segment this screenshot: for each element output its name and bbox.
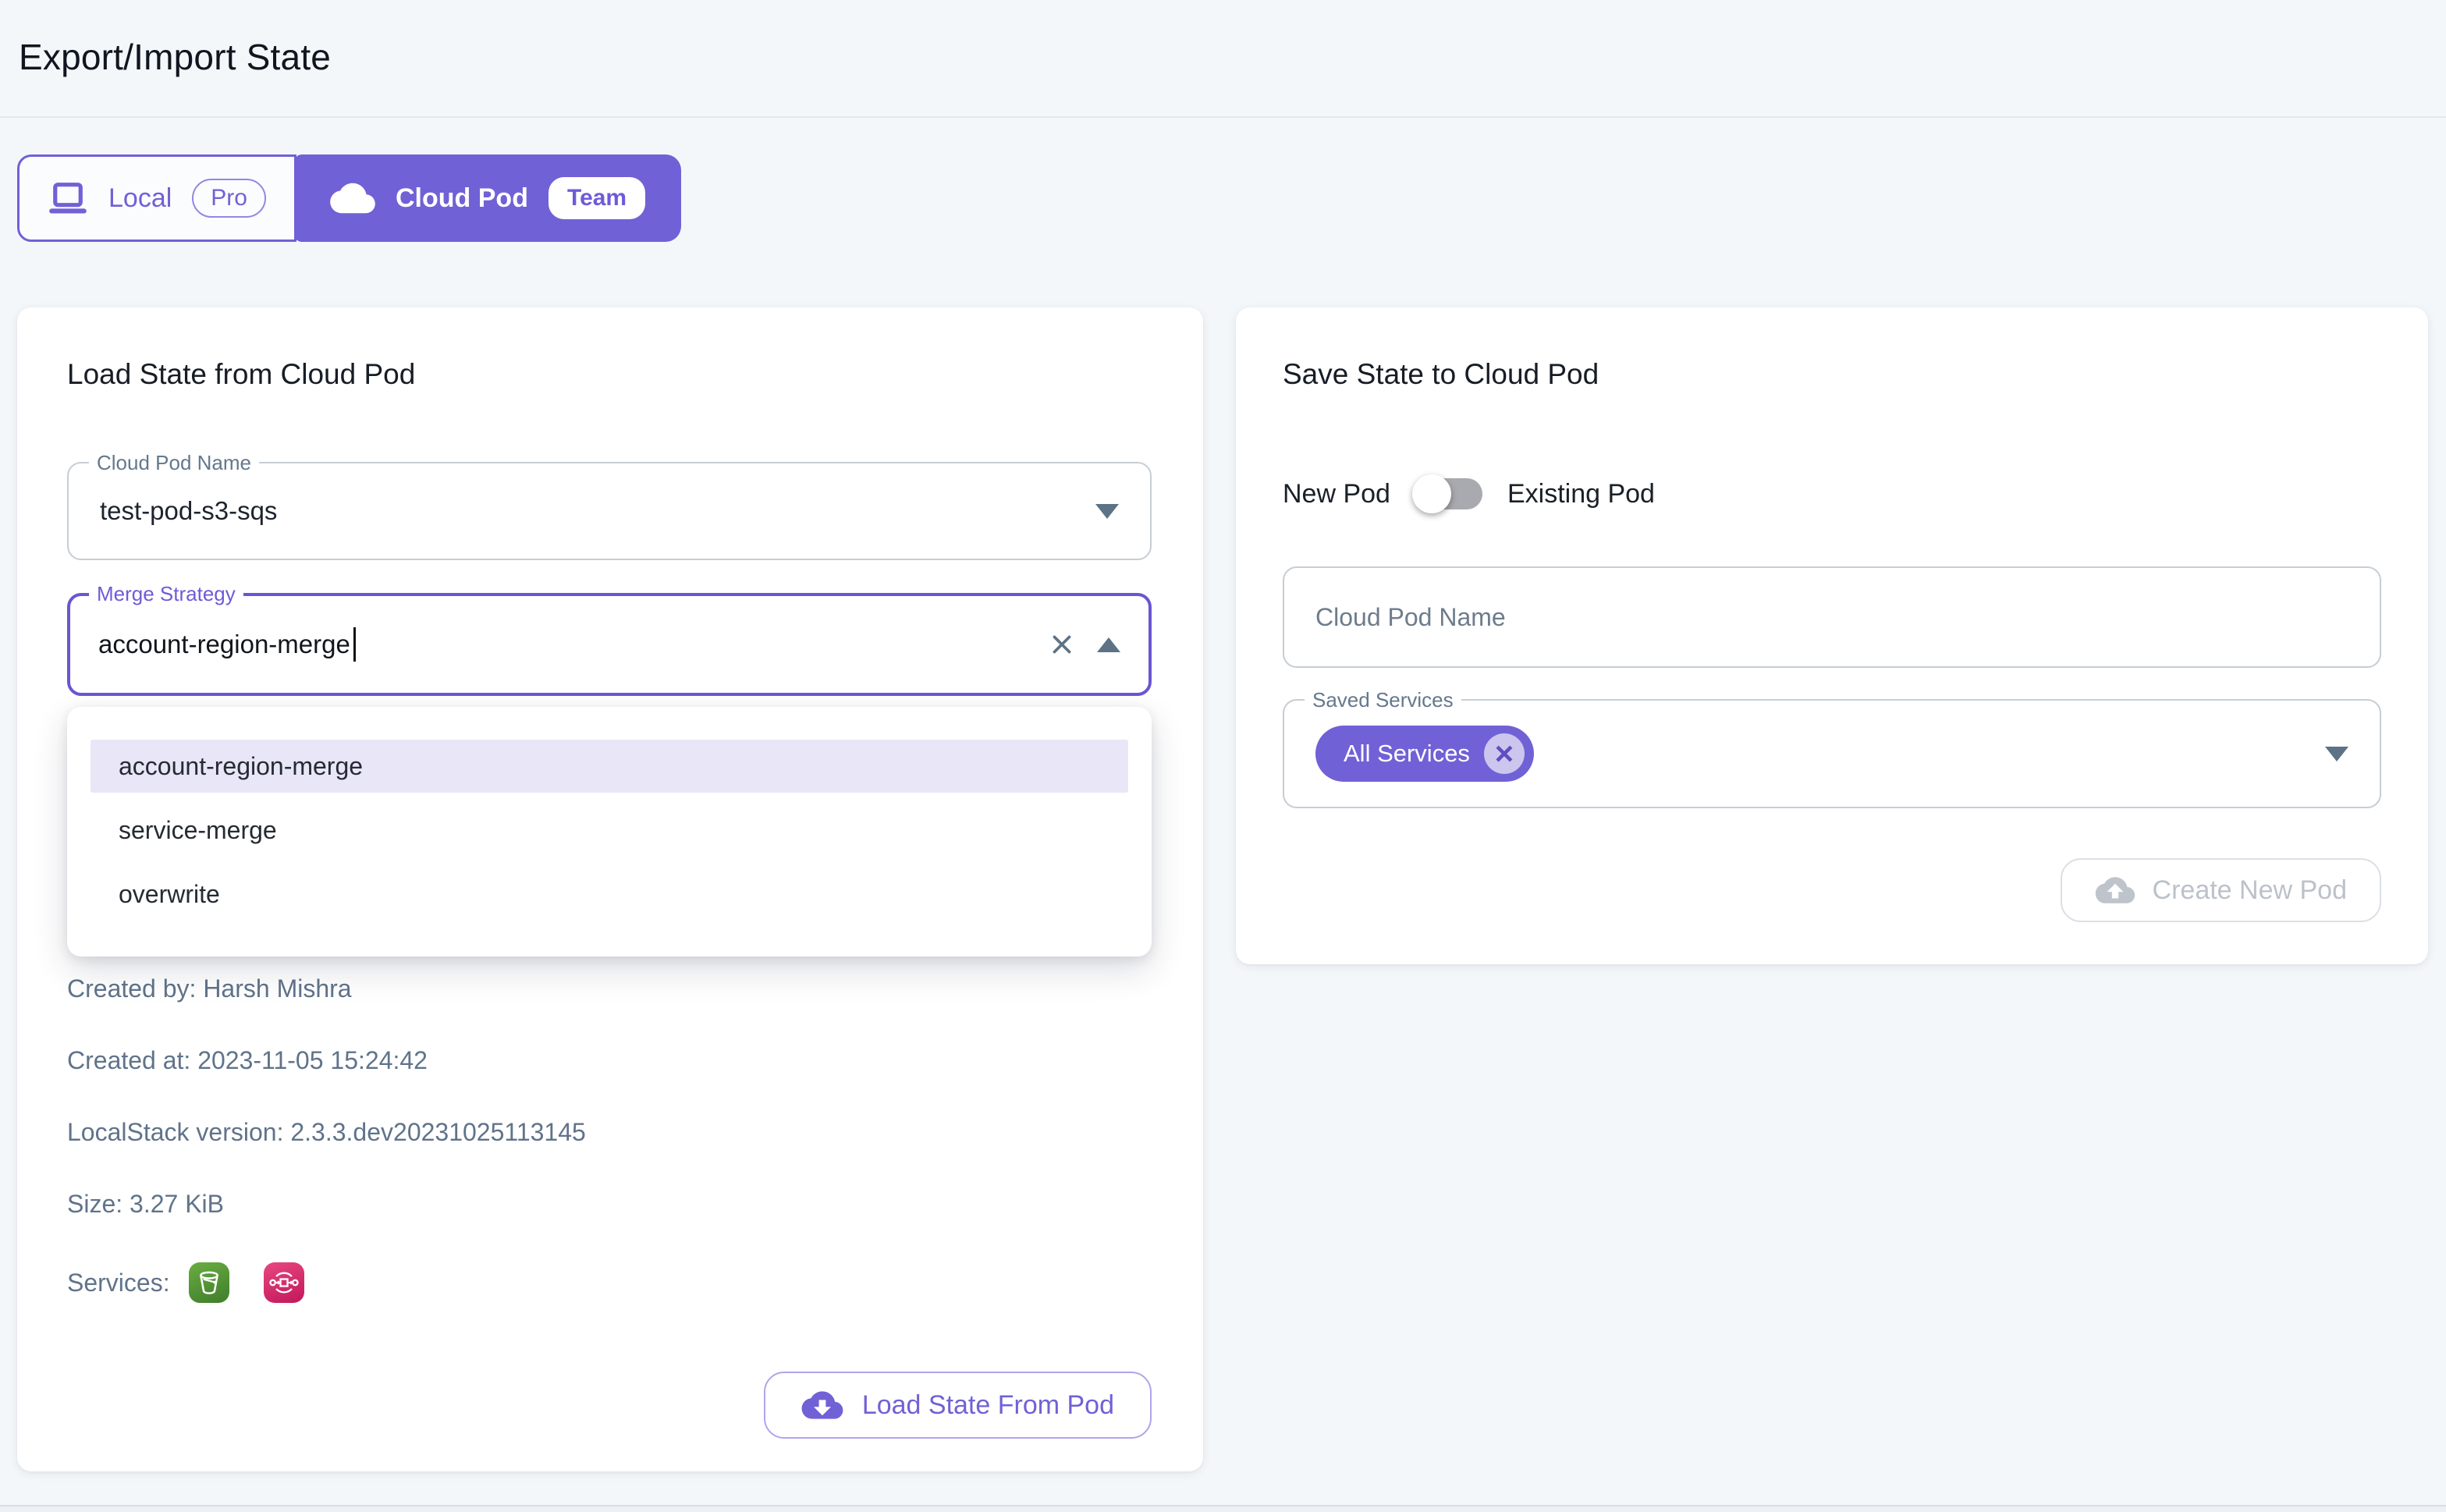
header-divider bbox=[0, 116, 2446, 118]
bottom-divider bbox=[0, 1505, 2446, 1512]
saved-services-select[interactable]: Saved Services All Services × bbox=[1283, 699, 2381, 808]
s3-service-icon bbox=[189, 1262, 229, 1303]
meta-created-by: Created by: Harsh Mishra bbox=[67, 975, 1152, 1002]
laptop-icon bbox=[48, 181, 88, 215]
menu-option-service-merge[interactable]: service-merge bbox=[91, 804, 1128, 857]
cloud-upload-icon bbox=[2095, 874, 2135, 907]
saved-services-label: Saved Services bbox=[1305, 688, 1461, 712]
text-cursor bbox=[353, 627, 356, 662]
cloud-pod-name-select[interactable]: Cloud Pod Name test-pod-s3-sqs bbox=[67, 462, 1152, 560]
pod-mode-switch[interactable] bbox=[1415, 478, 1482, 509]
clear-icon[interactable] bbox=[1049, 631, 1075, 658]
meta-created-at: Created at: 2023-11-05 15:24:42 bbox=[67, 1047, 1152, 1074]
tab-cloud-pod-label: Cloud Pod bbox=[396, 183, 528, 214]
chevron-down-icon bbox=[2325, 747, 2348, 761]
new-pod-label: New Pod bbox=[1283, 479, 1390, 509]
existing-pod-label: Existing Pod bbox=[1507, 479, 1655, 509]
switch-thumb bbox=[1412, 474, 1451, 513]
new-pod-name-input[interactable] bbox=[1283, 566, 2381, 668]
load-state-card: Load State from Cloud Pod Cloud Pod Name… bbox=[17, 307, 1203, 1471]
pro-badge: Pro bbox=[192, 179, 266, 218]
menu-option-account-region-merge[interactable]: account-region-merge bbox=[91, 740, 1128, 793]
cloud-pod-name-value: test-pod-s3-sqs bbox=[100, 496, 277, 526]
page-title: Export/Import State bbox=[19, 36, 331, 78]
chevron-down-icon bbox=[1095, 504, 1119, 519]
load-card-title: Load State from Cloud Pod bbox=[67, 357, 1152, 392]
merge-strategy-label: Merge Strategy bbox=[89, 582, 243, 605]
load-button-label: Load State From Pod bbox=[862, 1390, 1114, 1421]
merge-strategy-value: account-region-merge bbox=[98, 630, 350, 659]
services-label: Services: bbox=[67, 1269, 170, 1297]
services-row: Services: bbox=[67, 1262, 1152, 1303]
state-mode-tabs: Local Pro Cloud Pod Team bbox=[17, 154, 681, 242]
merge-strategy-combobox[interactable]: Merge Strategy account-region-merge bbox=[67, 593, 1152, 696]
export-import-state-page: Export/Import State Local Pro Cloud Pod … bbox=[0, 0, 2446, 1512]
chip-delete-icon[interactable]: × bbox=[1484, 733, 1525, 774]
merge-strategy-menu: account-region-merge service-merge overw… bbox=[67, 707, 1152, 957]
team-badge: Team bbox=[548, 177, 645, 219]
sqs-service-icon bbox=[264, 1262, 304, 1303]
load-state-from-pod-button[interactable]: Load State From Pod bbox=[764, 1372, 1152, 1439]
create-button-label: Create New Pod bbox=[2153, 875, 2347, 906]
cloud-pod-name-label: Cloud Pod Name bbox=[89, 451, 259, 474]
save-card-title: Save State to Cloud Pod bbox=[1283, 357, 2381, 392]
chevron-up-icon[interactable] bbox=[1097, 637, 1120, 652]
tab-local[interactable]: Local Pro bbox=[17, 154, 296, 242]
tab-cloud-pod[interactable]: Cloud Pod Team bbox=[294, 154, 681, 242]
pod-metadata: Created by: Harsh Mishra Created at: 202… bbox=[67, 975, 1152, 1303]
meta-size: Size: 3.27 KiB bbox=[67, 1191, 1152, 1217]
pod-mode-toggle-row: New Pod Existing Pod bbox=[1283, 474, 2381, 513]
tab-local-label: Local bbox=[108, 183, 172, 214]
create-new-pod-button[interactable]: Create New Pod bbox=[2061, 858, 2381, 922]
meta-localstack-version: LocalStack version: 2.3.3.dev20231025113… bbox=[67, 1119, 1152, 1145]
save-state-card: Save State to Cloud Pod New Pod Existing… bbox=[1236, 307, 2428, 964]
all-services-chip-label: All Services bbox=[1344, 740, 1470, 768]
all-services-chip: All Services × bbox=[1315, 726, 1534, 782]
menu-option-overwrite[interactable]: overwrite bbox=[91, 868, 1128, 921]
cloud-icon bbox=[330, 179, 375, 217]
cloud-download-icon bbox=[801, 1388, 843, 1422]
